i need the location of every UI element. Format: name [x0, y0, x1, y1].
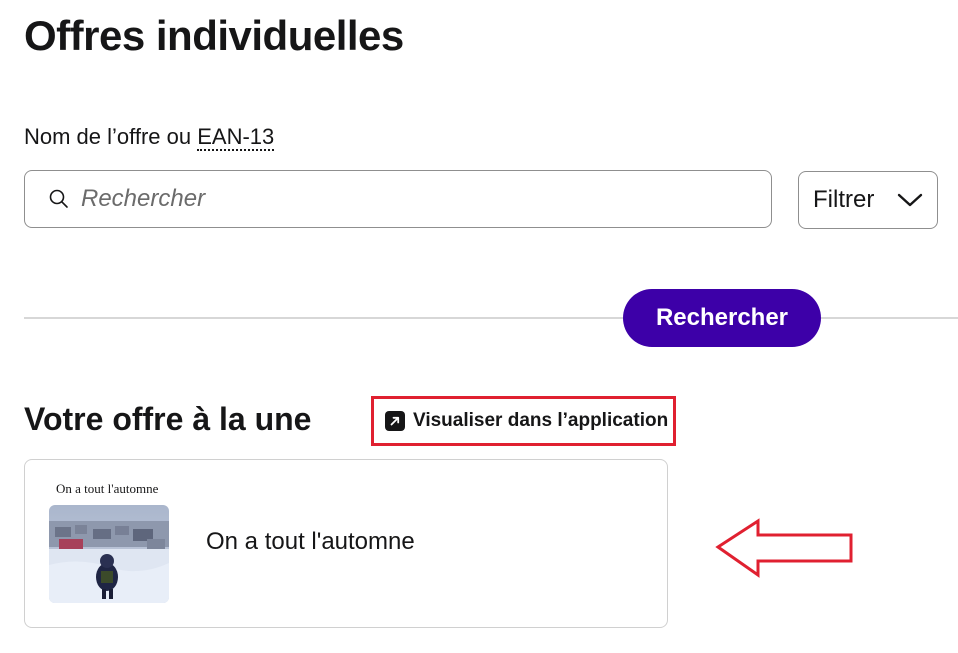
preview-link-label: Visualiser dans l’application	[413, 410, 669, 431]
search-label-text: Nom de l’offre ou	[24, 124, 198, 149]
search-input[interactable]	[79, 184, 743, 214]
arrow-left-icon	[715, 518, 853, 578]
offer-name: On a tout l'automne	[206, 528, 415, 555]
chevron-down-icon	[897, 193, 923, 207]
preview-in-app-link[interactable]: Visualiser dans l’application	[371, 396, 676, 446]
search-box[interactable]	[24, 170, 772, 228]
featured-offer-card[interactable]: On a tout l'automne On a tout l'automne	[24, 459, 668, 628]
featured-section-title: Votre offre à la une	[24, 401, 312, 437]
search-field-label: Nom de l’offre ou EAN-13	[24, 124, 275, 151]
page-title: Offres individuelles	[24, 12, 404, 59]
filter-label: Filtrer	[813, 186, 875, 213]
search-submit-button[interactable]: Rechercher	[623, 289, 821, 347]
ean-abbreviation: EAN-13	[197, 124, 275, 151]
filter-button[interactable]: Filtrer	[798, 171, 938, 229]
external-link-icon	[385, 411, 405, 431]
search-icon	[49, 189, 68, 208]
offer-thumbnail	[49, 505, 169, 603]
thumbnail-caption: On a tout l'automne	[56, 481, 159, 496]
